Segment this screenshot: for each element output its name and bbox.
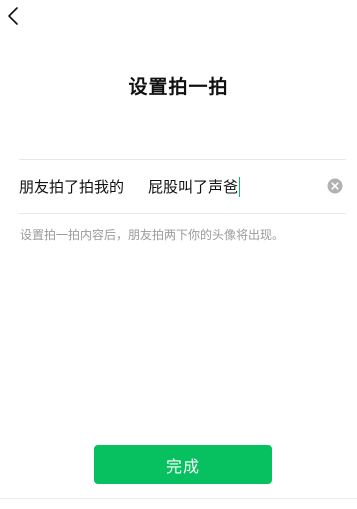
text-cursor	[239, 176, 241, 197]
input-bottom-divider	[19, 213, 346, 214]
pat-suffix-input[interactable]: 屁股叫了声爸	[148, 176, 241, 197]
pat-input-row[interactable]: 朋友拍了拍我的 屁股叫了声爸	[19, 160, 346, 213]
pat-prefix-label: 朋友拍了拍我的	[19, 178, 125, 196]
clear-circle-icon	[327, 178, 343, 194]
done-button[interactable]: 完成	[94, 445, 272, 484]
pat-suffix-value: 屁股叫了声爸	[148, 178, 239, 196]
back-button[interactable]	[2, 4, 24, 28]
clear-input-button[interactable]	[327, 178, 343, 194]
chevron-left-icon	[8, 7, 18, 25]
page-title: 设置拍一拍	[128, 76, 229, 98]
pat-hint-text: 设置拍一拍内容后，朋友拍两下你的头像将出现。	[20, 228, 285, 242]
bottom-divider	[0, 498, 357, 499]
